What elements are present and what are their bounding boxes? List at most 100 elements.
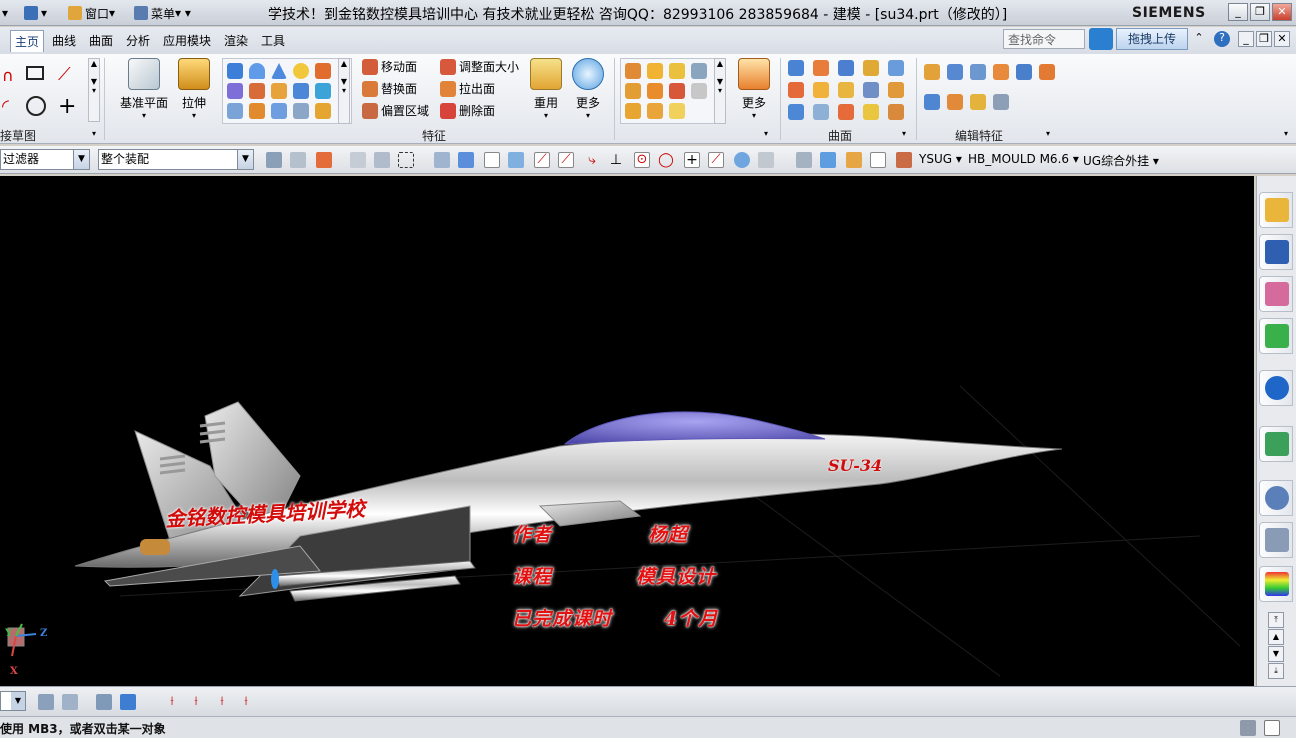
move-feature-icon[interactable]	[947, 94, 963, 110]
point-on-surface-icon[interactable]	[734, 152, 750, 168]
ribbon-collapse-icon[interactable]: ⌃	[1191, 31, 1207, 47]
cloud-icon[interactable]	[1089, 28, 1113, 50]
swept-icon[interactable]	[838, 60, 854, 76]
pull-face-button[interactable]: 拉出面	[440, 80, 495, 97]
detail-gallery-scroll[interactable]: ▲ ▼ ▾	[714, 58, 726, 124]
resource-bar-scroll[interactable]: ⤒ ▲ ▼ ⤓	[1268, 612, 1286, 682]
more-button-2[interactable]: 更多 ▾	[732, 58, 776, 120]
remove-parameters-icon[interactable]	[924, 94, 940, 110]
patch-icon[interactable]	[838, 104, 854, 120]
minimize-button[interactable]: _	[1228, 3, 1248, 21]
plugin-tool-icon[interactable]	[896, 152, 912, 168]
copy-to-layer-icon[interactable]	[120, 694, 136, 710]
offset-surface-icon[interactable]	[863, 82, 879, 98]
subtract-icon[interactable]	[625, 103, 641, 119]
move-to-layer-icon[interactable]	[96, 694, 112, 710]
view-combo[interactable]: ▼	[0, 691, 26, 711]
move-handle-icon[interactable]	[484, 152, 500, 168]
tube-icon[interactable]	[227, 103, 243, 119]
constraint-navigator-tab[interactable]	[1259, 234, 1293, 270]
wcs-rotate-icon[interactable]: ⟊	[188, 694, 204, 710]
close-button[interactable]: ✕	[1272, 3, 1292, 21]
feature-gallery-scroll[interactable]: ▲ ▼ ▾	[338, 58, 350, 124]
deselect-icon[interactable]	[350, 152, 366, 168]
wcs-orient-icon[interactable]: ⟊	[214, 694, 230, 710]
sketch-group-dropdown[interactable]: ▾	[92, 129, 96, 138]
doc-restore-button[interactable]: ❐	[1256, 31, 1272, 47]
thread-icon[interactable]	[293, 103, 309, 119]
through-curves-icon[interactable]	[788, 60, 804, 76]
bounded-grid-icon[interactable]	[758, 152, 774, 168]
point-on-curve-icon[interactable]: ⟋	[708, 152, 724, 168]
resize-face-button[interactable]: 调整面大小	[440, 58, 519, 75]
paint-tool-icon[interactable]	[870, 152, 886, 168]
main-menu[interactable]: 菜单 ▾ ▾	[134, 4, 191, 22]
sew-icon[interactable]	[813, 104, 829, 120]
sphere-icon[interactable]	[293, 63, 309, 79]
quick-access-tools[interactable]: ▾	[24, 4, 47, 22]
mirror-icon[interactable]	[669, 83, 685, 99]
system-materials-tab[interactable]	[1259, 522, 1293, 558]
point-icon[interactable]: +	[58, 94, 76, 119]
replay-icon[interactable]	[970, 64, 986, 80]
layer-tool-icon[interactable]	[846, 152, 862, 168]
hb-mould-menu[interactable]: HB_MOULD M6.6 ▾	[968, 152, 1079, 166]
n-sided-icon[interactable]	[788, 82, 804, 98]
boss-icon[interactable]	[227, 83, 243, 99]
rib-icon[interactable]	[249, 103, 265, 119]
help-icon[interactable]: ?	[1214, 31, 1230, 47]
process-studio-tab[interactable]	[1259, 566, 1293, 602]
part-navigator-tab[interactable]	[1259, 276, 1293, 312]
replace-feature-icon[interactable]	[970, 94, 986, 110]
bridge-icon[interactable]	[888, 60, 904, 76]
ug-plugin-menu[interactable]: UG综合外挂 ▾	[1083, 152, 1159, 169]
arc-center-icon[interactable]: ⊙	[634, 152, 650, 168]
split-icon[interactable]	[669, 103, 685, 119]
multi-select-icon[interactable]	[374, 152, 390, 168]
tab-render[interactable]: 渲染	[220, 30, 252, 52]
extrude-button[interactable]: 拉伸 ▾	[172, 58, 216, 120]
control-point-icon[interactable]: ⤷	[584, 152, 600, 168]
wcs-icon[interactable]	[796, 152, 812, 168]
status-grid-icon[interactable]	[1240, 720, 1256, 736]
existing-point-icon[interactable]: +	[684, 152, 700, 168]
cone-icon[interactable]	[271, 63, 287, 79]
x-form-icon[interactable]	[888, 104, 904, 120]
pattern-icon[interactable]	[647, 83, 663, 99]
edit-feature-group-dropdown[interactable]: ▾	[1046, 129, 1050, 138]
suppress-icon[interactable]	[1016, 64, 1032, 80]
edge-blend-icon[interactable]	[625, 63, 641, 79]
ysug-menu[interactable]: YSUG ▾	[919, 152, 962, 166]
datum-plane-button[interactable]: 基准平面 ▾	[116, 58, 172, 120]
line-icon[interactable]: ⟋	[58, 64, 76, 85]
more-button-1[interactable]: 更多 ▾	[568, 58, 608, 120]
history-tab[interactable]	[1259, 480, 1293, 516]
edit-parameters-icon[interactable]	[924, 64, 940, 80]
shell-icon[interactable]	[691, 63, 707, 79]
scroll-top-icon[interactable]: ⤒	[1268, 612, 1284, 628]
ruled-icon[interactable]	[813, 82, 829, 98]
delete-face-button[interactable]: 删除面	[440, 102, 495, 119]
offset-icon[interactable]	[315, 103, 331, 119]
scroll-bottom-icon[interactable]: ⤓	[1268, 663, 1284, 679]
ribbon-options-dropdown[interactable]: ▾	[1284, 129, 1288, 138]
reorder-icon[interactable]	[993, 64, 1009, 80]
doc-close-button[interactable]: ✕	[1274, 31, 1290, 47]
extend-icon[interactable]	[788, 104, 804, 120]
feature-group-dropdown[interactable]: ▾	[764, 129, 768, 138]
intersection-icon[interactable]: ⊥	[608, 152, 624, 168]
surface-group-dropdown[interactable]: ▾	[902, 129, 906, 138]
arc-icon[interactable]: ∩	[2, 66, 20, 85]
doc-minimize-button[interactable]: _	[1238, 31, 1254, 47]
drag-upload-button[interactable]: 拖拽上传	[1116, 28, 1188, 50]
wcs-display-icon[interactable]: ⟊	[238, 694, 254, 710]
quick-pick-icon[interactable]	[508, 152, 524, 168]
web-browser-tab[interactable]	[1259, 426, 1293, 462]
command-search-input[interactable]: 查找命令	[1003, 29, 1085, 49]
unsuppress-icon[interactable]	[1039, 64, 1055, 80]
pad-icon[interactable]	[271, 83, 287, 99]
scroll-up-icon[interactable]: ▲	[1268, 629, 1284, 645]
graphics-viewport[interactable]: Z Y X 金铭数控模具培训学校 SU-34 作者 杨超 课程 模具设计 已完成…	[0, 176, 1254, 686]
tab-applications[interactable]: 应用模块	[159, 30, 215, 52]
full-screen-icon[interactable]	[1264, 720, 1280, 736]
